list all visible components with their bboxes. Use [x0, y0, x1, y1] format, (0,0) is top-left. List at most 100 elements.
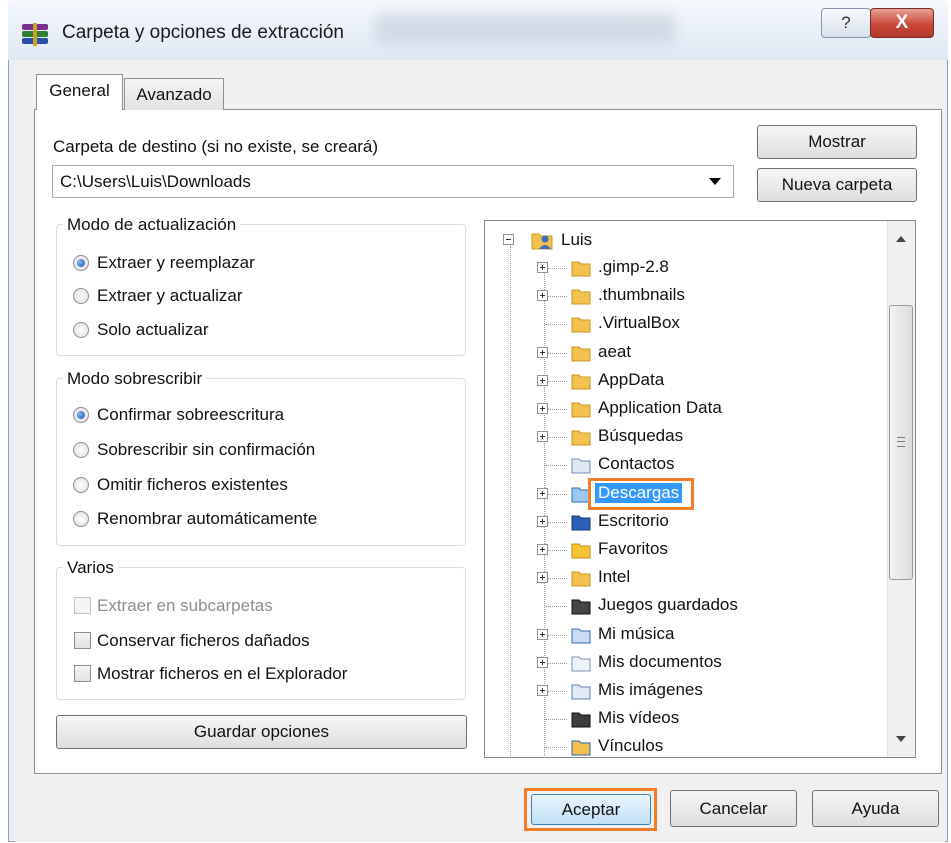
tree-branch-line	[545, 380, 567, 382]
scrollbar-grip-icon	[897, 437, 905, 447]
tree-item[interactable]: .thumbnails	[598, 285, 685, 305]
chevron-down-icon[interactable]	[709, 178, 721, 185]
radio-extract-replace[interactable]	[73, 255, 89, 271]
saved-games-icon	[571, 599, 591, 615]
tab-avanzado[interactable]: Avanzado	[124, 78, 224, 110]
tree-branch-line	[545, 578, 567, 580]
tree-branch-line	[545, 691, 567, 692]
checkbox-keep-broken[interactable]	[74, 632, 91, 649]
tree-item[interactable]: Mis vídeos	[598, 708, 679, 728]
favorites-icon	[571, 543, 591, 559]
tree-item[interactable]: Intel	[598, 567, 630, 587]
new-folder-button[interactable]: Nueva carpeta	[757, 168, 917, 202]
radio-label[interactable]: Renombrar automáticamente	[97, 509, 317, 529]
radio-extract-update[interactable]	[73, 288, 89, 304]
expand-plus-icon[interactable]	[537, 544, 548, 555]
tree-branch-line	[545, 465, 567, 467]
documents-icon	[571, 656, 591, 672]
update-mode-title: Modo de actualización	[63, 215, 241, 235]
tree-item[interactable]: Contactos	[598, 454, 675, 474]
tree-item[interactable]: Mis documentos	[598, 652, 722, 672]
scroll-down-icon[interactable]	[896, 736, 906, 742]
radio-overwrite-no-confirm[interactable]	[73, 442, 89, 458]
close-button[interactable]: X	[870, 8, 934, 38]
misc-title: Varios	[63, 558, 118, 578]
expand-plus-icon[interactable]	[537, 346, 548, 358]
desktop-icon	[571, 515, 591, 531]
checkbox-label[interactable]: Conservar ficheros dañados	[97, 631, 310, 651]
tree-item[interactable]: Application Data	[598, 398, 722, 418]
destination-label: Carpeta de destino (si no existe, se cre…	[53, 137, 379, 156]
help-button[interactable]: Ayuda	[812, 790, 939, 827]
tree-guide-line	[510, 246, 511, 756]
expand-plus-icon[interactable]	[537, 628, 548, 640]
tree-branch-line	[545, 662, 567, 664]
tree-branch-line	[545, 634, 567, 636]
folder-icon	[571, 261, 591, 277]
tree-branch-line	[545, 324, 567, 326]
overwrite-mode-title: Modo sobrescribir	[63, 369, 207, 389]
destination-path: C:\Users\Luis\Downloads	[60, 172, 251, 191]
help-titlebar-button[interactable]: ?	[821, 8, 871, 38]
radio-label[interactable]: Sobrescribir sin confirmación	[97, 440, 315, 460]
expand-plus-icon[interactable]	[537, 487, 548, 499]
checkbox-show-in-explorer[interactable]	[74, 665, 91, 682]
tree-item[interactable]: Escritorio	[598, 511, 669, 531]
tree-item[interactable]: Mi música	[598, 624, 675, 644]
radio-confirm-overwrite[interactable]	[73, 407, 89, 423]
radio-auto-rename[interactable]	[73, 511, 89, 527]
expand-plus-icon[interactable]	[537, 572, 548, 584]
save-options-button[interactable]: Guardar opciones	[56, 715, 467, 749]
tree-item[interactable]: Mis imágenes	[598, 680, 703, 700]
expand-plus-icon[interactable]	[537, 374, 548, 386]
checkbox-label[interactable]: Extraer en subcarpetas	[97, 596, 273, 616]
folder-icon	[571, 317, 591, 333]
scroll-up-icon[interactable]	[896, 236, 906, 242]
expand-plus-icon[interactable]	[537, 262, 548, 273]
radio-label[interactable]: Solo actualizar	[97, 320, 209, 340]
user-folder-icon	[531, 233, 553, 250]
expand-plus-icon[interactable]	[537, 431, 548, 443]
tree-item[interactable]: Juegos guardados	[598, 595, 738, 615]
radio-label[interactable]: Confirmar sobreescritura	[97, 405, 284, 425]
tree-item[interactable]: .VirtualBox	[598, 313, 680, 333]
show-button[interactable]: Mostrar	[757, 125, 917, 159]
radio-label[interactable]: Extraer y reemplazar	[97, 253, 255, 273]
radio-only-update[interactable]	[73, 322, 89, 338]
expand-plus-icon[interactable]	[537, 403, 548, 414]
folder-icon	[571, 402, 591, 418]
accept-button[interactable]: Aceptar	[531, 794, 651, 825]
expand-plus-icon[interactable]	[537, 685, 548, 696]
tree-item[interactable]: Favoritos	[598, 539, 668, 559]
expand-plus-icon[interactable]	[537, 515, 548, 527]
expand-plus-icon[interactable]	[537, 290, 548, 302]
expand-plus-icon[interactable]	[537, 656, 548, 668]
cancel-button[interactable]: Cancelar	[670, 790, 797, 827]
radio-label[interactable]: Extraer y actualizar	[97, 286, 243, 306]
collapse-expander-icon[interactable]	[503, 234, 514, 245]
tab-general[interactable]: General	[36, 74, 123, 110]
music-icon	[571, 628, 591, 644]
checkbox-label[interactable]: Mostrar ficheros en el Explorador	[97, 664, 347, 684]
radio-skip-existing[interactable]	[73, 477, 89, 493]
checkbox-extract-subfolders[interactable]	[74, 597, 91, 614]
winrar-icon	[22, 23, 48, 46]
folder-icon	[571, 374, 591, 390]
tree-item[interactable]: Vínculos	[598, 736, 663, 756]
tree-branch-line	[545, 521, 567, 523]
tree-branch-line	[545, 268, 567, 269]
radio-label[interactable]: Omitir ficheros existentes	[97, 475, 288, 495]
tree-branch-line	[545, 606, 567, 608]
tree-item[interactable]: .gimp-2.8	[598, 257, 669, 277]
tree-branch-line	[545, 437, 567, 439]
links-icon	[571, 740, 591, 756]
tree-root-label[interactable]: Luis	[561, 230, 592, 250]
tree-branch-line	[545, 409, 567, 410]
tree-item[interactable]: Búsquedas	[598, 426, 683, 446]
folder-tree[interactable]	[484, 220, 916, 758]
contacts-icon	[571, 458, 591, 474]
tree-item[interactable]: aeat	[598, 342, 631, 362]
tree-item[interactable]: AppData	[598, 370, 664, 390]
pictures-icon	[571, 684, 591, 700]
folder-icon	[571, 289, 591, 305]
